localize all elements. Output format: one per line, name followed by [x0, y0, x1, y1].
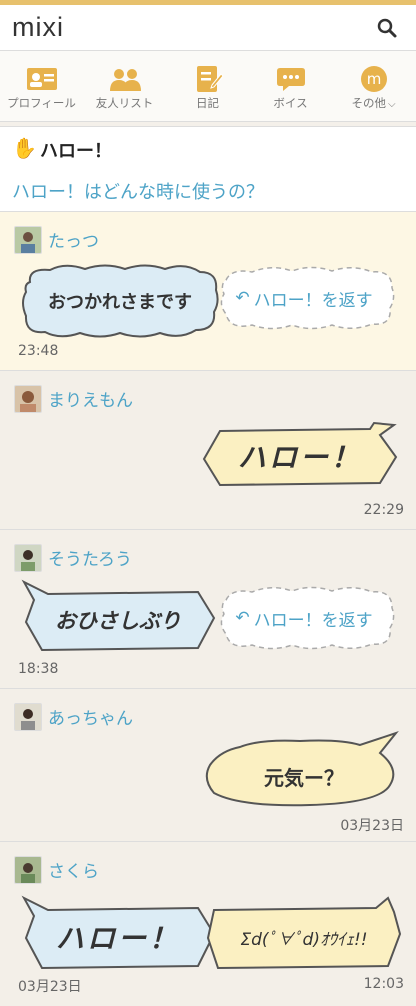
nav-label-more-text: その他: [351, 96, 386, 110]
timestamp: 23:48: [18, 343, 59, 359]
reply-hello-button[interactable]: ↶ ハロー！を返す: [212, 584, 396, 652]
username[interactable]: たっつ: [48, 227, 99, 252]
app-header: mixi: [0, 5, 416, 51]
reply-message-text: Σd(ﾟ∀ﾟd)ｵｳｲｪ!!: [240, 929, 368, 950]
timestamp: 03月23日: [340, 818, 404, 834]
message-text: 元気ー？: [264, 765, 344, 790]
nav-label-diary: 日記: [196, 96, 219, 110]
message-bubble: ハロー！: [200, 421, 400, 491]
search-icon[interactable]: [376, 17, 398, 39]
message-bubble: おつかれさまです: [20, 260, 220, 342]
avatar[interactable]: [14, 703, 42, 731]
avatar[interactable]: [14, 856, 42, 884]
timestamp: 22:29: [363, 502, 404, 518]
username[interactable]: あっちゃん: [48, 704, 133, 729]
avatar[interactable]: [14, 385, 42, 413]
reply-label: ハロー！を返す: [253, 290, 373, 311]
nav-label-more: その他 ⌵: [332, 95, 415, 111]
reply-hello-button[interactable]: ↶ ハロー！を返す: [212, 264, 396, 332]
timestamp-right: 12:03: [363, 976, 404, 992]
help-link[interactable]: ハロー！はどんな時に使うの？: [12, 178, 264, 204]
nav-friends[interactable]: 友人リスト: [83, 51, 166, 121]
voice-icon: [277, 68, 305, 91]
timestamp-left: 03月23日: [18, 979, 82, 995]
more-icon-badge: m: [367, 70, 382, 88]
nav-more[interactable]: m その他 ⌵: [332, 51, 415, 121]
message-text: ハロー！: [55, 922, 180, 955]
reply-icon: ↶: [235, 288, 250, 308]
timestamp: 18:38: [18, 661, 59, 677]
hello-entry: たっつ おつかれさまです ↶ ハロー！を返す 23:48: [0, 212, 416, 371]
page-title: ハロー！: [40, 141, 112, 162]
nav-label-profile: プロフィール: [7, 96, 76, 110]
profile-card-icon: [27, 68, 57, 90]
nav-label-friends: 友人リスト: [95, 96, 154, 110]
help-link-row[interactable]: ハロー！はどんな時に使うの？: [0, 169, 416, 212]
friends-icon: [110, 69, 141, 91]
nav-label-voice: ボイス: [273, 96, 308, 110]
message-text: ハロー！: [237, 441, 362, 474]
nav-voice[interactable]: ボイス: [249, 51, 332, 121]
diary-icon: [197, 66, 224, 92]
waving-hand-icon: ✋: [12, 136, 37, 160]
username[interactable]: そうたろう: [48, 545, 132, 570]
more-icon: m: [361, 66, 387, 92]
avatar[interactable]: [14, 226, 42, 254]
message-bubble: ハロー！: [18, 894, 218, 974]
message-bubble: おひさしぶり: [18, 578, 218, 656]
hello-entry: あっちゃん 元気ー？ 03月23日: [0, 689, 416, 842]
page-title-bar: ✋ ハロー！: [0, 126, 416, 170]
username[interactable]: さくら: [48, 857, 99, 882]
reply-label: ハロー！を返す: [253, 610, 373, 631]
message-text: おひさしぶり: [55, 609, 181, 633]
message-bubble: 元気ー？: [200, 729, 408, 815]
nav-diary[interactable]: 日記: [166, 51, 249, 121]
mixi-logo[interactable]: mixi: [12, 12, 64, 43]
chevron-down-icon: ⌵: [387, 99, 396, 110]
main-nav: プロフィール 友人リスト 日記 ボイス m その他 ⌵: [0, 51, 416, 122]
message-text: おつかれさまです: [48, 292, 192, 313]
reply-icon: ↶: [235, 608, 250, 628]
reply-message-bubble: Σd(ﾟ∀ﾟd)ｵｳｲｪ!!: [204, 894, 404, 974]
hello-entry: そうたろう おひさしぶり ↶ ハロー！を返す 18:38: [0, 530, 416, 689]
nav-profile[interactable]: プロフィール: [0, 51, 83, 121]
hello-entry: まりえもん ハロー！ 22:29: [0, 371, 416, 530]
avatar[interactable]: [14, 544, 42, 572]
username[interactable]: まりえもん: [48, 386, 133, 411]
hello-entry: さくら ハロー！ Σd(ﾟ∀ﾟd)ｵｳｲｪ!! 03月23日 12:03: [0, 842, 416, 1006]
